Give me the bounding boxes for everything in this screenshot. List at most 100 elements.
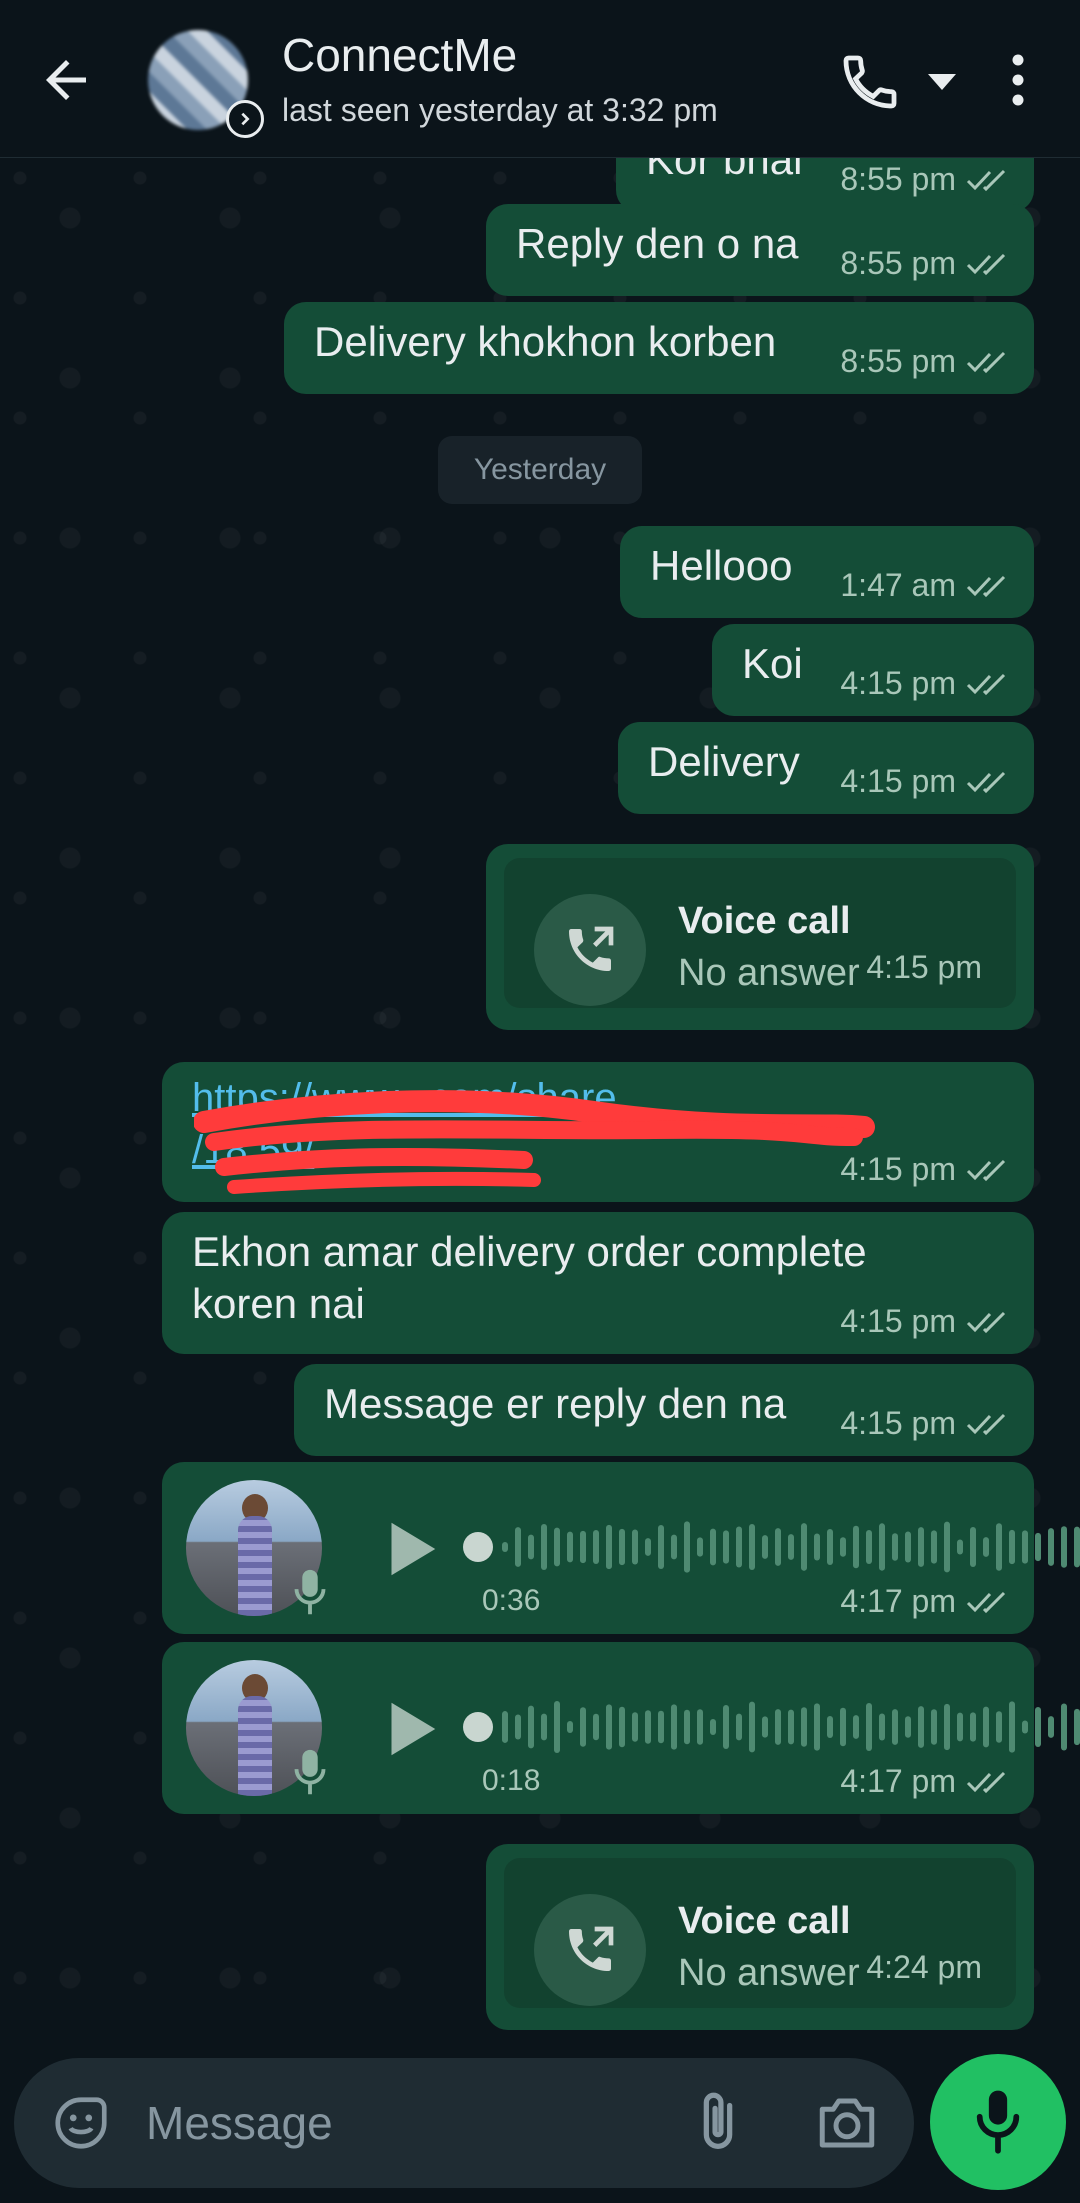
waveform-bar bbox=[762, 1535, 768, 1559]
waveform-bar bbox=[528, 1534, 534, 1560]
message-list[interactable]: Kor bhai 8:55 pm Reply den o na 8:55 pm … bbox=[0, 158, 1080, 2058]
waveform[interactable] bbox=[462, 1512, 1080, 1582]
voice-call-bubble[interactable]: Voice call No answer 4:24 pm bbox=[486, 1844, 1034, 2030]
waveform-bar bbox=[879, 1713, 885, 1741]
message-text: Ekhon amar delivery order complete bbox=[192, 1228, 867, 1275]
attach-icon bbox=[703, 2092, 733, 2149]
last-seen-status: last seen yesterday at 3:32 pm bbox=[282, 92, 718, 128]
waveform-bar bbox=[931, 1530, 937, 1564]
waveform-bar bbox=[1022, 1530, 1028, 1564]
more-options-button[interactable] bbox=[1000, 50, 1036, 110]
message-bubble[interactable]: Koi 4:15 pm bbox=[712, 624, 1034, 716]
waveform-bar bbox=[775, 1528, 781, 1566]
waveform-bar bbox=[983, 1537, 989, 1557]
voice-record-button[interactable] bbox=[930, 2054, 1066, 2190]
waveform-bar bbox=[684, 1709, 690, 1745]
waveform-bar bbox=[515, 1527, 521, 1567]
double-check-icon bbox=[966, 1771, 1006, 1793]
waveform-bar bbox=[905, 1531, 911, 1563]
waveform-bar bbox=[528, 1705, 534, 1749]
waveform[interactable] bbox=[462, 1692, 1080, 1762]
voice-call-bubble[interactable]: Voice call No answer 4:15 pm bbox=[486, 844, 1034, 1030]
waveform-bar bbox=[658, 1525, 664, 1569]
double-check-icon bbox=[966, 169, 1006, 191]
voice-call-button[interactable] bbox=[838, 50, 902, 114]
message-bubble[interactable]: Hellooo 1:47 am bbox=[620, 526, 1034, 618]
redaction-scribble bbox=[194, 1090, 875, 1194]
double-check-icon bbox=[966, 1311, 1006, 1333]
waveform-bar bbox=[892, 1709, 898, 1745]
waveform-bar bbox=[996, 1711, 1002, 1743]
back-arrow-icon bbox=[46, 60, 86, 100]
waveform-bar bbox=[541, 1713, 547, 1741]
waveform-bar bbox=[944, 1521, 950, 1573]
waveform-bar bbox=[671, 1704, 677, 1750]
message-meta: 4:17 pm bbox=[840, 1763, 1012, 1800]
waveform-bar bbox=[788, 1709, 794, 1745]
waveform-bar bbox=[684, 1521, 690, 1573]
message-text: koren nai bbox=[192, 1280, 365, 1327]
waveform-bar bbox=[502, 1711, 508, 1743]
message-time: 8:55 pm bbox=[840, 161, 956, 197]
message-time: 4:15 pm bbox=[840, 665, 956, 701]
message-text: Message er reply den na bbox=[324, 1380, 787, 1427]
waveform-bar bbox=[814, 1703, 820, 1751]
waveform-bar bbox=[918, 1527, 924, 1567]
message-meta: 4:15 pm bbox=[840, 1151, 1012, 1188]
message-time: 1:47 am bbox=[840, 567, 956, 603]
call-card: Voice call No answer 4:15 pm bbox=[504, 858, 1016, 1008]
message-bubble[interactable]: Ekhon amar delivery order complete koren… bbox=[162, 1212, 1034, 1354]
message-time: 4:15 pm bbox=[840, 1303, 956, 1339]
message-input[interactable] bbox=[146, 2088, 666, 2158]
waveform-bar bbox=[957, 1539, 963, 1555]
waveform-bar bbox=[723, 1530, 729, 1564]
waveform-bar bbox=[1035, 1707, 1041, 1747]
call-title: Voice call bbox=[678, 900, 851, 942]
back-button[interactable] bbox=[36, 50, 96, 110]
waveform-bar bbox=[554, 1701, 560, 1753]
waveform-bar bbox=[970, 1527, 976, 1567]
message-bubble[interactable]: Message er reply den na 4:15 pm bbox=[294, 1364, 1034, 1456]
camera-button[interactable] bbox=[814, 2092, 880, 2154]
dropdown-arrow-icon bbox=[928, 74, 956, 90]
call-options-dropdown[interactable] bbox=[922, 66, 962, 96]
message-meta: 4:15 pm bbox=[840, 665, 1012, 702]
message-bubble[interactable]: Reply den o na 8:55 pm bbox=[486, 204, 1034, 296]
contact-name[interactable]: ConnectMe bbox=[282, 28, 517, 82]
waveform-bar bbox=[580, 1707, 586, 1747]
waveform-bar bbox=[632, 1712, 638, 1742]
message-meta: 4:15 pm bbox=[840, 1303, 1012, 1340]
double-check-icon bbox=[966, 351, 1006, 373]
waveform-bar bbox=[1035, 1532, 1041, 1562]
message-meta: 8:55 pm bbox=[840, 343, 1012, 380]
waveform-bar bbox=[1061, 1703, 1067, 1751]
link-message-bubble[interactable]: https://www. .com/share /18 59/ 4:15 pm bbox=[162, 1062, 1034, 1202]
waveform-bar bbox=[853, 1525, 859, 1569]
waveform-bar bbox=[1048, 1716, 1054, 1738]
message-bubble[interactable]: Delivery 4:15 pm bbox=[618, 722, 1034, 814]
double-check-icon bbox=[966, 673, 1006, 695]
date-separator: Yesterday bbox=[438, 436, 642, 504]
attach-button[interactable] bbox=[688, 2088, 748, 2158]
waveform-bar bbox=[671, 1534, 677, 1560]
waveform-bar bbox=[515, 1714, 521, 1740]
waveform-bar bbox=[723, 1705, 729, 1749]
message-text: Reply den o na bbox=[516, 220, 799, 267]
voice-note-bubble[interactable]: 0:36 4:17 pm bbox=[162, 1462, 1080, 1634]
waveform-bar bbox=[775, 1709, 781, 1745]
voice-note-bubble[interactable]: 0:18 4:17 pm bbox=[162, 1642, 1080, 1814]
waveform-bar bbox=[814, 1533, 820, 1561]
message-time: 8:55 pm bbox=[840, 245, 956, 281]
play-icon[interactable] bbox=[374, 1694, 444, 1764]
emoji-button[interactable] bbox=[50, 2092, 112, 2154]
message-bubble[interactable]: Delivery khokhon korben 8:55 pm bbox=[284, 302, 1034, 394]
waveform-bar bbox=[918, 1706, 924, 1748]
call-icon-circle bbox=[534, 1894, 646, 2006]
message-text: Hellooo bbox=[650, 542, 793, 589]
play-icon[interactable] bbox=[374, 1514, 444, 1584]
more-icon bbox=[1012, 54, 1024, 106]
message-text: Kor bhai bbox=[646, 158, 803, 183]
waveform-bar bbox=[944, 1703, 950, 1751]
message-meta: 4:15 pm bbox=[840, 763, 1012, 800]
call-title: Voice call bbox=[678, 1900, 851, 1942]
